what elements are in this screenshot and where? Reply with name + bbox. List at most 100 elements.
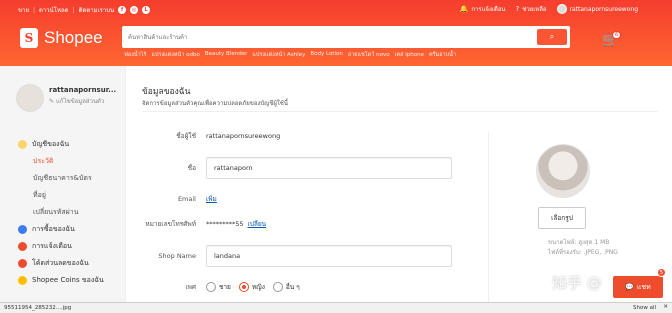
voucher-icon <box>18 258 27 268</box>
page-title: ข้อมูลของฉัน <box>142 87 191 97</box>
profile-name: rattanapornsur... <box>49 86 117 94</box>
sidebar-item-vouchers[interactable]: โค้ดส่วนลดของฉัน <box>18 258 126 268</box>
page-subtitle: จัดการข้อมูลส่วนตัวคุณเพื่อความปลอดภัยขอ… <box>142 100 288 107</box>
help-link[interactable]: ? ช่วยเหลือ <box>516 4 547 14</box>
radio-label: อื่น ๆ <box>285 283 300 291</box>
radio-button <box>206 282 216 292</box>
downloaded-file[interactable]: 95511954_285232....jpg <box>4 305 71 311</box>
gender-radio-female[interactable]: หญิง <box>238 282 265 292</box>
name-row: ชื่อ <box>126 157 486 179</box>
phone-row: หมายเลขโทรศัพท์ *********55 เปลี่ยน <box>126 219 486 229</box>
radio-button-selected <box>238 282 249 292</box>
sidebar-item-label: การแจ้งเตือน <box>32 241 72 250</box>
shopee-logo[interactable]: S Shopee <box>20 28 103 48</box>
name-label: ชื่อ <box>187 164 196 172</box>
search-input[interactable] <box>122 26 522 48</box>
download-bar: 95511954_285232....jpg Show all ✕ <box>0 302 672 313</box>
suggestion-link[interactable]: ครีมอาบน้ำ <box>429 51 456 59</box>
shop-name-label: Shop Name <box>158 252 196 260</box>
sidebar: rattanapornsur... ✎ แก้ไขข้อมูลส่วนตัว บ… <box>0 66 126 313</box>
seller-link[interactable]: ขาย <box>18 5 29 15</box>
top-right-nav: 🔔 การแจ้งเตือน ? ช่วยเหลือ rattanapornsu… <box>460 4 638 14</box>
cart-count-badge: 6 <box>612 31 622 39</box>
profile-summary: rattanapornsur... ✎ แก้ไขข้อมูลส่วนตัว <box>16 84 135 112</box>
sidebar-item-orders[interactable]: การซื้อของฉัน <box>18 224 126 234</box>
sidebar-item-label: การซื้อของฉัน <box>32 224 75 233</box>
suggestion-link[interactable]: แปรงแต่งหน้า odbo <box>151 51 199 59</box>
search-button[interactable]: ⌕ <box>537 29 567 45</box>
bell-icon: 🔔 <box>459 5 469 13</box>
suggestion-link[interactable]: อายแชโดว์ novo <box>348 51 390 59</box>
notifications-link[interactable]: 🔔 การแจ้งเตือน <box>460 4 506 14</box>
avatar <box>16 84 44 112</box>
choose-image-button[interactable]: เลือกรูป <box>538 207 586 229</box>
gender-radio-male[interactable]: ชาย <box>206 282 231 292</box>
edit-profile-label: แก้ไขข้อมูลส่วนตัว <box>55 98 105 105</box>
sidebar-item-bank[interactable]: บัญชีธนาคาร&บัตร <box>18 173 126 183</box>
search-suggestions: ฟองน้ำไร้ แปรงแต่งหน้า odbo Beauty Blend… <box>124 51 456 59</box>
chat-count-badge: 5 <box>657 268 666 277</box>
suggestion-link[interactable]: ฟองน้ำไร้ <box>124 51 146 59</box>
chat-icon: 💬 <box>625 283 634 291</box>
notifications-label: การแจ้งเตือน <box>471 6 506 13</box>
sidebar-item-profile[interactable]: ประวัติ <box>18 156 126 166</box>
help-icon: ? <box>515 5 520 13</box>
sidebar-item-notifications[interactable]: การแจ้งเตือน <box>18 241 126 251</box>
top-nav: ขาย | ดาวน์โหลด | ติดตามเราบน f ◎ L <box>18 5 151 15</box>
sidebar-item-label: Shopee Coins ของฉัน <box>32 275 104 284</box>
line-icon[interactable]: L <box>142 6 151 14</box>
username-label: ชื่อผู้ใช้ <box>176 132 196 140</box>
suggestion-link[interactable]: Body Lotion <box>310 51 343 59</box>
sidebar-item-label: โค้ดส่วนลดของฉัน <box>32 258 89 267</box>
user-icon <box>18 139 27 149</box>
sidebar-item-address[interactable]: ที่อยู่ <box>18 190 126 200</box>
divider <box>488 132 489 302</box>
search-icon: ⌕ <box>549 32 555 41</box>
download-link[interactable]: ดาวน์โหลด <box>39 5 69 15</box>
divider: | <box>33 6 36 14</box>
divider: | <box>72 6 75 14</box>
divider <box>142 111 658 112</box>
bell-icon <box>18 241 27 251</box>
gender-row: เพศ ชาย หญิง อื่น ๆ <box>126 282 486 292</box>
radio-label: ชาย <box>219 283 231 291</box>
show-all-link[interactable]: Show all <box>633 305 656 311</box>
sidebar-item-coins[interactable]: Shopee Coins ของฉัน <box>18 275 126 285</box>
close-icon[interactable]: ✕ <box>663 304 668 310</box>
edit-profile-link[interactable]: ✎ แก้ไขข้อมูลส่วนตัว <box>49 97 107 106</box>
clipboard-icon <box>18 224 27 234</box>
shop-name-row: Shop Name <box>126 245 486 267</box>
suggestion-link[interactable]: แปรงแต่งหน้า Ashley <box>252 51 305 59</box>
search-bar: ⌕ <box>122 26 570 48</box>
username-label: rattanapornsureewong <box>569 5 638 13</box>
file-type-hint: ไฟล์ที่รองรับ: .JPEG, .PNG <box>548 249 618 256</box>
chat-label: แชท <box>636 282 651 291</box>
gender-radio-other[interactable]: อื่น ๆ <box>272 282 300 292</box>
avatar <box>556 4 567 14</box>
account-menu: บัญชีของฉัน ประวัติ บัญชีธนาคาร&บัตร ที่… <box>18 132 126 285</box>
shopee-bag-icon: S <box>20 28 38 48</box>
watermark: 知乎 @ <box>552 274 602 292</box>
chat-button[interactable]: 💬 แชท <box>613 276 663 298</box>
radio-label: หญิง <box>251 283 265 291</box>
suggestion-link[interactable]: เคส iphone <box>395 51 424 59</box>
gender-label: เพศ <box>185 283 196 291</box>
suggestion-link[interactable]: Beauty Blender <box>205 51 247 59</box>
name-field[interactable] <box>206 157 452 179</box>
user-menu[interactable]: rattanapornsureewong <box>556 4 638 14</box>
username-value: rattanapornsureewong <box>206 132 281 140</box>
add-email-link[interactable]: เพิ่ม <box>206 194 217 204</box>
change-phone-link[interactable]: เปลี่ยน <box>248 219 267 229</box>
sidebar-item-my-account[interactable]: บัญชีของฉัน <box>18 139 126 149</box>
coin-icon <box>18 275 27 285</box>
username-row: ชื่อผู้ใช้ rattanapornsureewong <box>126 131 486 141</box>
phone-value: *********55 <box>206 220 244 228</box>
phone-label: หมายเลขโทรศัพท์ <box>145 220 196 228</box>
pencil-icon: ✎ <box>49 98 55 105</box>
shop-name-field[interactable] <box>206 245 452 267</box>
facebook-icon[interactable]: f <box>118 6 127 14</box>
sidebar-item-password[interactable]: เปลี่ยนรหัสผ่าน <box>18 207 126 217</box>
instagram-icon[interactable]: ◎ <box>130 6 139 14</box>
email-label: Email <box>177 195 196 203</box>
header-bar: ขาย | ดาวน์โหลด | ติดตามเราบน f ◎ L 🔔 กา… <box>0 0 672 66</box>
